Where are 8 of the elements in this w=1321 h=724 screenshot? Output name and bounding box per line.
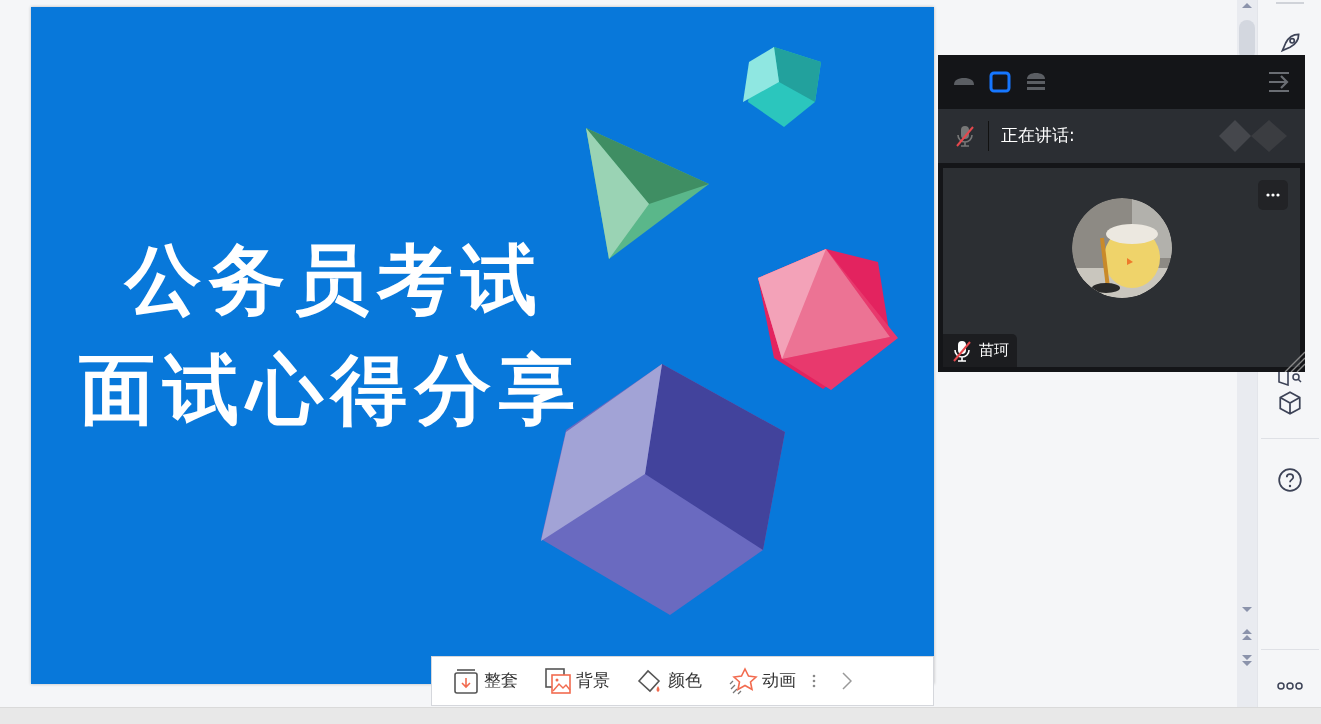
- slide-title: 面试心得分享: [79, 344, 583, 436]
- toolbar-button[interactable]: 动画: [728, 667, 796, 695]
- toolbar-button[interactable]: 背景: [544, 667, 610, 695]
- slide-title: 公务员考试: [125, 234, 546, 326]
- speaking-label: 正在讲话:: [1001, 124, 1075, 148]
- toolbar-button[interactable]: 整套: [452, 667, 518, 695]
- toolbar-button[interactable]: 颜色: [636, 667, 702, 695]
- participant-name: 苗珂: [979, 340, 1009, 362]
